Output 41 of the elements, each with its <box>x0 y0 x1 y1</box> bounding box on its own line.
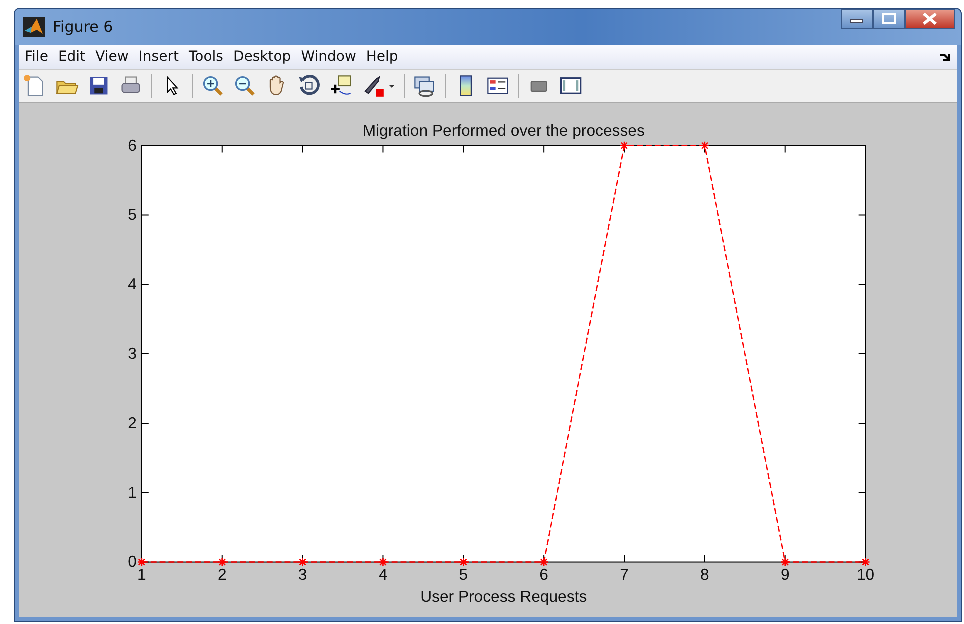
x-tick-label: 6 <box>540 567 548 584</box>
data-cursor-icon[interactable] <box>329 74 353 98</box>
x-tick-label: 3 <box>298 567 308 584</box>
y-tick-label: 0 <box>128 554 137 572</box>
menu-item[interactable]: View <box>96 49 129 65</box>
rotate-icon[interactable] <box>297 74 321 98</box>
x-tick-label: 5 <box>459 567 468 584</box>
y-tick-label: 4 <box>128 276 137 294</box>
close-icon <box>921 12 939 26</box>
maximize-icon <box>881 13 897 25</box>
y-tick-label: 2 <box>128 415 137 432</box>
menu-item[interactable]: Help <box>366 49 398 65</box>
y-tick-label: 1 <box>128 484 137 502</box>
menu-item[interactable]: Tools <box>188 49 224 65</box>
zoom-in-icon[interactable] <box>201 74 225 98</box>
x-tick-label: 1 <box>138 567 146 584</box>
window-title: Figure 6 <box>53 18 114 36</box>
minimize-button[interactable] <box>841 9 873 29</box>
x-tick-label: 8 <box>700 567 710 584</box>
linked-windows-icon[interactable] <box>413 74 437 98</box>
x-tick-label: 7 <box>620 567 629 584</box>
menu-item[interactable]: Desktop <box>233 49 292 65</box>
close-button[interactable] <box>905 9 955 29</box>
x-tick-label: 10 <box>856 567 875 584</box>
chart-title: Migration Performed over the processes <box>362 122 645 140</box>
app-logo-icon <box>23 17 45 37</box>
menu-item[interactable]: Edit <box>58 49 86 65</box>
y-tick-label: 3 <box>128 346 137 363</box>
menu-item[interactable]: Window <box>301 49 356 65</box>
menu-item[interactable]: File <box>25 49 48 65</box>
caret-icon[interactable] <box>388 82 396 90</box>
x-axis-label: User Process Requests <box>420 588 588 606</box>
menu-item[interactable]: Insert <box>138 49 179 65</box>
x-tick-label: 2 <box>218 567 227 584</box>
y-tick-label: 6 <box>128 138 137 155</box>
y-tick-label: 5 <box>128 207 137 224</box>
x-tick-label: 9 <box>780 567 790 584</box>
maximize-button[interactable] <box>873 9 905 29</box>
zoom-out-icon[interactable] <box>233 74 257 98</box>
x-tick-label: 4 <box>378 567 388 584</box>
dock-arrow-icon[interactable] <box>939 52 951 62</box>
